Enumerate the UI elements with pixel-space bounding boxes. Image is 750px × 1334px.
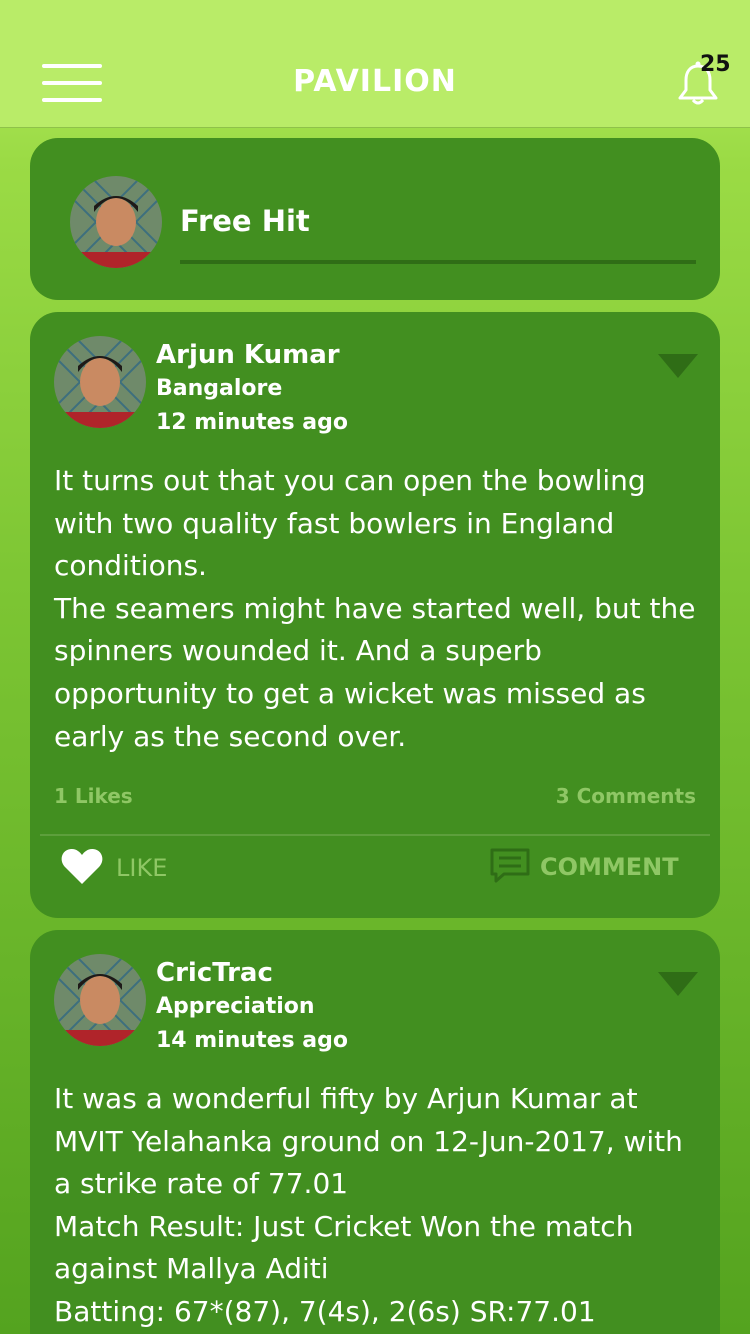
post-author[interactable]: Arjun Kumar — [156, 340, 340, 370]
post-body-line: It turns out that you can open the bowli… — [54, 464, 646, 497]
post-body: It was a wonderful fifty by Arjun Kumar … — [54, 1078, 704, 1334]
post-location: Bangalore — [156, 376, 283, 401]
comment-icon — [490, 848, 530, 883]
post-body-line: Match Result: Just Cricket Won the match — [54, 1209, 634, 1243]
compose-underline — [180, 260, 696, 264]
notification-count-badge: 25 — [700, 52, 731, 77]
post-card: Arjun Kumar Bangalore 12 minutes ago It … — [30, 312, 720, 918]
post-body-line: Batting: 67*(87), 7(4s), 2(6s) SR:77.01 — [54, 1294, 596, 1328]
post-body-line: spinners wounded it. And a superb — [54, 634, 542, 668]
post-body-line: MVIT Yelahanka ground on 12-Jun-2017, wi… — [54, 1124, 683, 1158]
post-body-line: The seamers might have started well, but… — [54, 591, 696, 625]
post-body-line: a strike rate of 77.01 — [54, 1167, 349, 1201]
app-header: PAVILION 25 — [0, 0, 750, 128]
post-timestamp: 14 minutes ago — [156, 1028, 348, 1053]
post-options-chevron-down-icon[interactable] — [658, 972, 698, 998]
post-body-line: early as the second over. — [54, 719, 407, 753]
post-body-line: against Mallya Aditi — [54, 1252, 329, 1286]
post-author[interactable]: CricTrac — [156, 958, 273, 988]
post-category: Appreciation — [156, 994, 315, 1019]
avatar[interactable] — [54, 954, 146, 1046]
comment-label: COMMENT — [540, 853, 679, 881]
post-body-line: conditions. — [54, 549, 207, 583]
post-body-line: opportunity to get a wicket was missed a… — [54, 676, 646, 710]
post-card: CricTrac Appreciation 14 minutes ago It … — [30, 930, 720, 1334]
comment-button[interactable]: COMMENT — [490, 846, 690, 890]
like-button[interactable]: LIKE — [60, 846, 240, 890]
app-title: PAVILION — [293, 64, 457, 99]
compose-prompt[interactable]: Free Hit — [180, 204, 310, 238]
likes-count[interactable]: 1 Likes — [54, 784, 133, 808]
post-options-chevron-down-icon[interactable] — [658, 354, 698, 380]
heart-icon — [61, 848, 103, 884]
comments-count[interactable]: 3 Comments — [556, 784, 696, 808]
action-divider — [40, 834, 710, 836]
post-body: It turns out that you can open the bowli… — [54, 460, 704, 758]
avatar — [70, 176, 162, 268]
post-body-line: It was a wonderful fifty by Arjun Kumar … — [54, 1082, 638, 1115]
post-body-line: with two quality fast bowlers in England — [54, 506, 615, 540]
like-label: LIKE — [116, 854, 168, 882]
post-timestamp: 12 minutes ago — [156, 410, 348, 435]
compose-card[interactable]: Free Hit — [30, 138, 720, 300]
avatar[interactable] — [54, 336, 146, 428]
